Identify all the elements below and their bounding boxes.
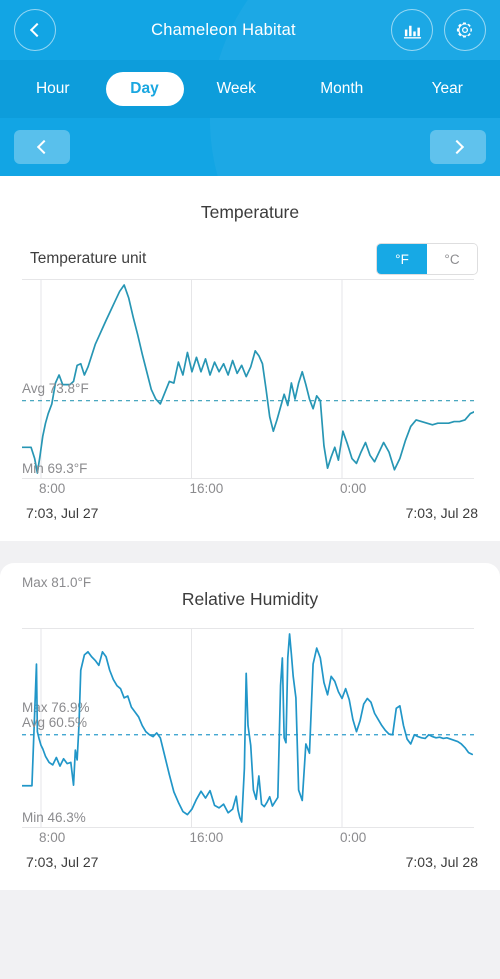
temperature-unit-toggle[interactable]: °F °C (376, 243, 478, 275)
temperature-range-row: 7:03, Jul 27 7:03, Jul 28 (0, 503, 500, 541)
humidity-chart-svg (22, 628, 474, 828)
temperature-unit-label: Temperature unit (30, 250, 147, 267)
period-tabs: Hour Day Week Month Year (0, 60, 500, 118)
humidity-plot-wrap: Max 76.9% Avg 60.5% Min 46.3% 8:00 16:00 0… (0, 628, 500, 852)
x-tick-label: 0:00 (340, 481, 367, 496)
x-tick-label: 16:00 (189, 481, 224, 496)
title-actions (391, 9, 486, 51)
card-divider (0, 541, 500, 563)
date-pager (0, 118, 500, 176)
humidity-card: Relative Humidity Max 76.9% Avg 60.5% Mi… (0, 563, 500, 890)
chevron-left-icon (29, 22, 44, 38)
humidity-x-axis: 8:00 16:00 0:00 (22, 830, 474, 852)
humidity-range-end: 7:03, Jul 28 (405, 854, 478, 870)
tab-year[interactable]: Year (399, 72, 497, 106)
unit-option-fahrenheit[interactable]: °F (377, 244, 427, 274)
temperature-card-title: Temperature (200, 202, 300, 222)
next-period-button[interactable] (430, 130, 486, 164)
title-bar: Chameleon Habitat (0, 0, 500, 60)
temperature-chart[interactable]: Avg 73.8°F Min 69.3°F (22, 279, 474, 479)
settings-button[interactable] (444, 9, 486, 51)
humidity-range-row: 7:03, Jul 27 7:03, Jul 28 (0, 852, 500, 890)
page-title: Chameleon Habitat (151, 20, 296, 39)
temperature-chart-svg (22, 279, 474, 479)
bar-chart-icon (403, 25, 421, 38)
tab-day[interactable]: Day (105, 72, 184, 106)
tab-month[interactable]: Month (293, 72, 391, 106)
x-tick-label: 8:00 (38, 481, 66, 496)
humidity-chart[interactable]: Avg 60.5% Min 46.3% (22, 628, 474, 828)
humidity-range-start: 7:03, Jul 27 (26, 854, 99, 870)
x-tick-label: 8:00 (38, 830, 66, 845)
x-tick-label: 0:00 (340, 830, 367, 845)
temperature-plot-wrap: Max 81.0°F Avg 73.8°F Min 69.3°F 8:00 16:… (0, 279, 500, 590)
temperature-range-start: 7:03, Jul 27 (26, 505, 99, 521)
temperature-range-end: 7:03, Jul 28 (405, 505, 478, 521)
tab-hour[interactable]: Hour (4, 72, 102, 106)
temperature-x-axis: 8:00 16:00 0:00 (22, 481, 474, 503)
bar-chart-button[interactable] (391, 9, 433, 51)
tab-week[interactable]: Week (188, 72, 286, 106)
chevron-right-icon (449, 139, 464, 155)
gear-icon (456, 22, 472, 38)
x-tick-label: 16:00 (189, 830, 224, 845)
temperature-card: Temperature Temperature unit °F °C Max 8… (0, 176, 500, 590)
temperature-unit-row: Temperature unit °F °C (0, 227, 500, 279)
unit-option-celsius[interactable]: °C (427, 244, 477, 274)
previous-period-button[interactable] (14, 130, 70, 164)
back-button[interactable] (14, 9, 56, 51)
humidity-card-title: Relative Humidity (181, 589, 319, 609)
chevron-left-icon (36, 139, 51, 155)
app-header: Chameleon Habitat Hour Day Week Month Ye… (0, 0, 500, 176)
